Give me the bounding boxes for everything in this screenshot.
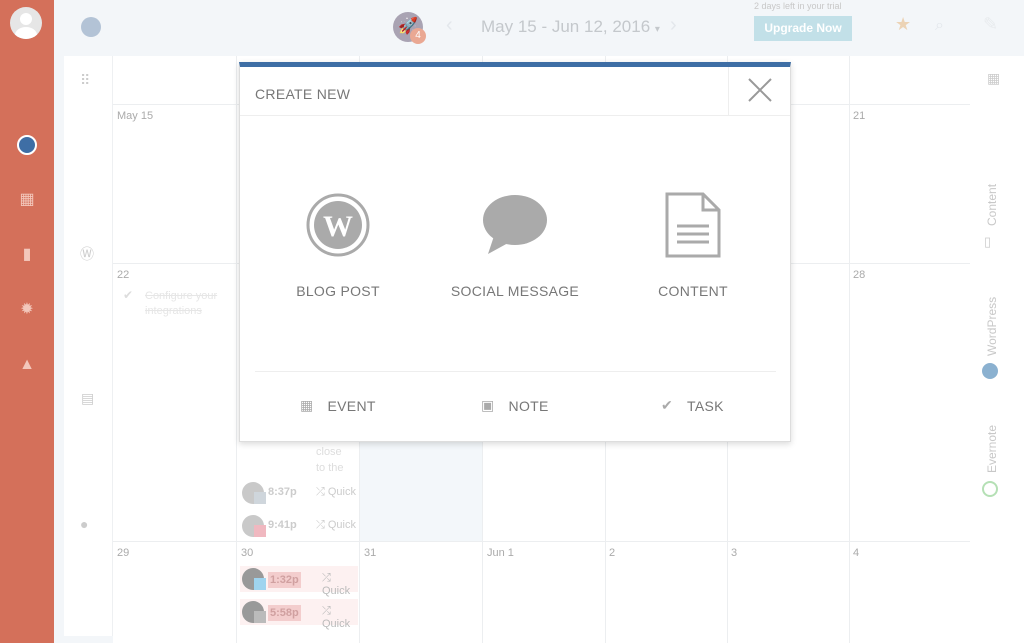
left-sidebar: ▦ ▮ ✹ ▲ (0, 0, 54, 643)
task-item[interactable]: Configure your integrations (145, 289, 235, 319)
post-item[interactable]: 8:37p ⤮ Quick (240, 480, 358, 506)
today-cell (360, 442, 482, 541)
twitter-icon (254, 578, 266, 590)
close-icon (748, 78, 772, 102)
post-item[interactable]: 5:58p ⤮ Quick (240, 599, 358, 630)
day-label: 22 (117, 269, 130, 281)
post-text: close to the (316, 446, 344, 474)
day-label: 21 (853, 110, 866, 122)
warning-icon[interactable]: ▲ (16, 354, 38, 376)
day-label: 2 (609, 547, 616, 559)
search-icon[interactable]: ⌕ (935, 17, 944, 35)
calendar-off-icon[interactable]: ▦ (987, 70, 1000, 87)
note-icon: ▣ (481, 397, 495, 413)
social-message-option[interactable]: SOCIAL MESSAGE (425, 192, 605, 299)
day-label: Jun 1 (487, 547, 514, 559)
check-icon: ✔ (661, 397, 674, 413)
date-range-selector[interactable]: May 15 - Jun 12, 2016 ▾ (481, 17, 660, 37)
post-item[interactable]: 1:32p ⤮ Quick (240, 566, 358, 597)
top-bar: 🚀 4 ‹ May 15 - Jun 12, 2016 ▾ › 2 days l… (54, 0, 1024, 56)
apps-grid-icon[interactable]: ⠿ (80, 72, 90, 89)
content-option[interactable]: CONTENT (603, 192, 783, 299)
star-icon[interactable]: ★ (895, 14, 911, 35)
modal-title: CREATE NEW (255, 86, 351, 102)
day-label: 31 (364, 547, 377, 559)
task-option[interactable]: ✔ TASK (661, 397, 724, 414)
settings-icon[interactable]: ✹ (16, 299, 38, 321)
day-label: May 15 (117, 110, 154, 122)
status-dot-icon[interactable] (81, 17, 101, 37)
close-button[interactable] (728, 67, 790, 115)
wordpress-icon (982, 363, 998, 379)
calendar-type-column: ⠿ Ⓦ ▤ ● (64, 56, 113, 636)
share-icon (254, 611, 266, 623)
prev-arrow-icon[interactable]: ‹ (446, 14, 453, 37)
panel-tab-wordpress[interactable]: WordPress (985, 297, 999, 356)
analytics-icon[interactable]: ▮ (16, 244, 38, 266)
calendar-icon: ▦ (300, 397, 314, 413)
panel-tab-evernote[interactable]: Evernote (985, 425, 999, 473)
upgrade-button[interactable]: Upgrade Now (754, 16, 852, 41)
document-icon[interactable]: ▤ (81, 390, 94, 407)
chat-icon[interactable]: ● (80, 516, 88, 532)
svg-text:W: W (323, 210, 353, 243)
speech-bubble-icon (483, 195, 547, 254)
notification-badge: 4 (410, 28, 426, 44)
event-option[interactable]: ▦ EVENT (300, 397, 376, 414)
document-icon (665, 192, 721, 258)
share-icon (254, 492, 266, 504)
user-avatar[interactable] (10, 7, 42, 39)
edit-icon[interactable]: ✎ (983, 14, 998, 35)
post-item[interactable]: 9:41p ⤮ Quick (240, 513, 358, 539)
day-label: 4 (853, 547, 860, 559)
wordpress-icon: W (306, 193, 370, 257)
trial-text: 2 days left in your trial (754, 1, 842, 11)
blog-post-option[interactable]: W BLOG POST (248, 192, 428, 299)
right-panel: ▦ Content ▯ WordPress Evernote (970, 56, 1024, 643)
content-icon: ▯ (984, 234, 992, 249)
check-icon: ✔ (123, 288, 134, 302)
calendar-icon[interactable]: ▦ (16, 189, 38, 211)
note-option[interactable]: ▣ NOTE (481, 397, 549, 414)
day-label: 30 (241, 547, 254, 559)
dashboard-icon[interactable] (16, 134, 38, 156)
wordpress-icon[interactable]: Ⓦ (80, 244, 94, 264)
next-arrow-icon[interactable]: › (670, 14, 677, 37)
day-label: 28 (853, 269, 866, 281)
pinterest-icon (254, 525, 266, 537)
evernote-icon (982, 481, 998, 497)
date-range: May 15 - Jun 12, 2016 (481, 17, 651, 36)
create-new-modal: CREATE NEW W BLOG POST SOCIAL MESSAGE CO… (239, 62, 791, 442)
day-label: 29 (117, 547, 130, 559)
day-label: 3 (731, 547, 738, 559)
panel-tab-content[interactable]: Content (985, 184, 999, 226)
